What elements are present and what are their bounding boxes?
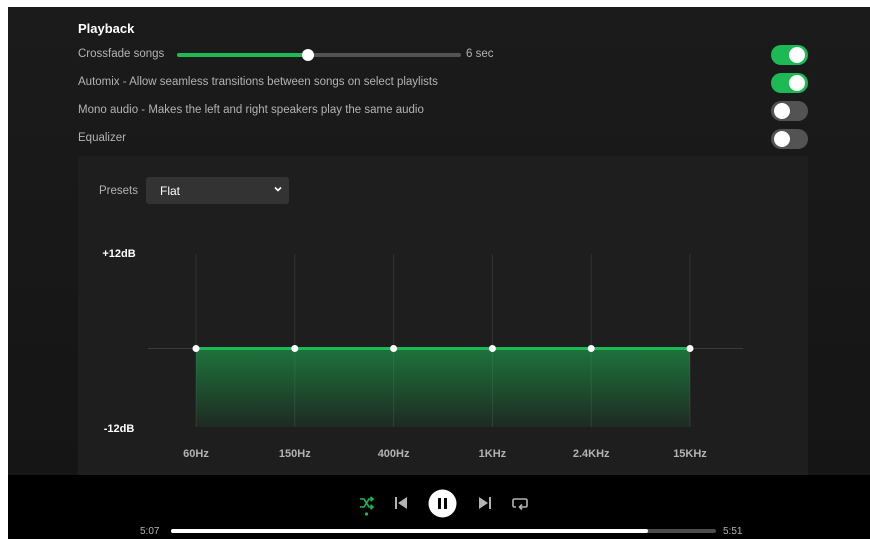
previous-button[interactable] <box>394 496 408 510</box>
crossfade-slider-thumb[interactable] <box>301 49 314 61</box>
shuffle-active-dot <box>364 512 369 516</box>
pause-button[interactable] <box>428 489 457 518</box>
crossfade-toggle[interactable] <box>771 45 808 65</box>
mono-audio-label: Mono audio - Makes the left and right sp… <box>78 104 424 116</box>
band-handle[interactable] <box>291 345 299 352</box>
playback-progress-fill <box>171 529 648 533</box>
equalizer-graph[interactable]: +12dB -12dB 60Hz 150Hz 400Hz 1KHz 2.4KHz 15KH… <box>78 156 808 475</box>
toggle-knob <box>789 47 805 63</box>
equalizer-panel: Presets Flat +12dB -12dB 60Hz 150Hz 400H… <box>78 156 808 475</box>
automix-toggle[interactable] <box>771 73 808 93</box>
repeat-icon <box>512 498 528 511</box>
automix-label: Automix - Allow seamless transitions bet… <box>78 76 438 88</box>
settings-page: Playback Crossfade songs 6 sec Automix -… <box>8 7 870 475</box>
band-handle[interactable] <box>587 345 595 352</box>
db-max-label: +12dB <box>102 248 135 260</box>
crossfade-value: 6 sec <box>466 48 494 60</box>
toggle-knob <box>774 131 790 147</box>
band-label: 60Hz <box>183 448 209 460</box>
toggle-knob <box>789 75 805 91</box>
total-duration: 5:51 <box>723 526 743 537</box>
skip-forward-icon <box>479 497 491 509</box>
repeat-button[interactable] <box>512 496 528 511</box>
band-label: 2.4KHz <box>573 448 610 460</box>
player-bar: 5:07 5:51 <box>8 475 870 539</box>
crossfade-label: Crossfade songs <box>78 48 165 60</box>
elapsed-time: 5:07 <box>140 526 160 537</box>
band-handle[interactable] <box>390 345 398 352</box>
band-label: 400Hz <box>378 448 410 460</box>
next-button[interactable] <box>478 496 492 510</box>
mono-audio-toggle[interactable] <box>771 101 808 121</box>
section-title: Playback <box>78 21 135 36</box>
app-window: Playback Crossfade songs 6 sec Automix -… <box>8 7 870 539</box>
equalizer-toggle[interactable] <box>771 129 808 149</box>
db-min-label: -12dB <box>104 423 135 435</box>
crossfade-slider[interactable] <box>177 49 461 61</box>
equalizer-label: Equalizer <box>78 132 126 144</box>
band-label: 150Hz <box>279 448 311 460</box>
band-label: 1KHz <box>479 448 507 460</box>
equalizer-fill-area <box>196 348 690 427</box>
skip-back-icon <box>395 497 407 509</box>
band-label: 15KHz <box>673 448 707 460</box>
shuffle-button[interactable] <box>358 496 375 516</box>
band-handle[interactable] <box>488 345 496 352</box>
crossfade-slider-fill <box>177 53 308 57</box>
toggle-knob <box>774 103 790 119</box>
band-handle[interactable] <box>686 345 694 352</box>
band-handle[interactable] <box>192 345 200 352</box>
playback-progress-bar[interactable] <box>171 529 716 533</box>
shuffle-icon <box>360 496 375 510</box>
